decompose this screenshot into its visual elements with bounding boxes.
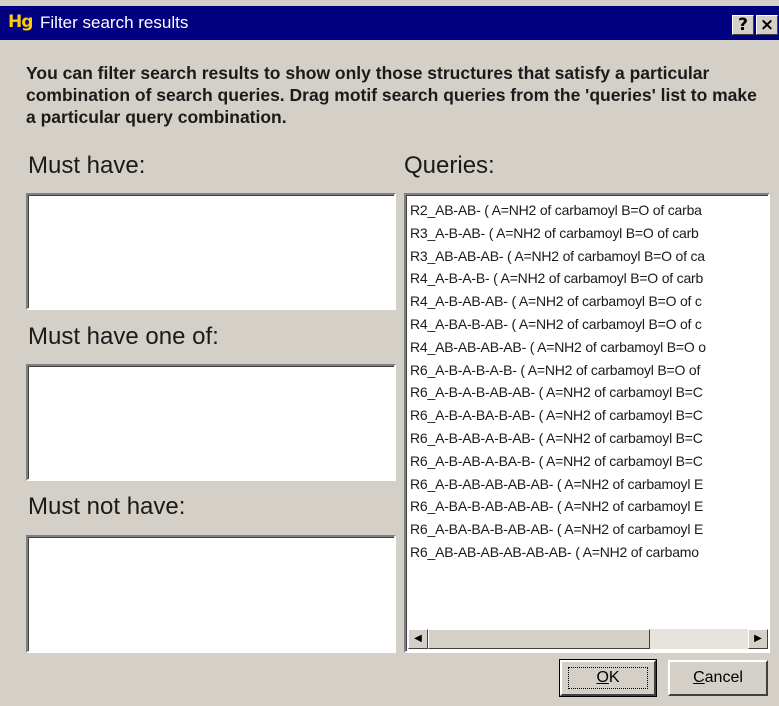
- queries-list[interactable]: R2_AB-AB- ( A=NH2 of carbamoyl B=O of ca…: [404, 193, 770, 653]
- query-list-item[interactable]: R6_A-B-A-BA-B-AB- ( A=NH2 of carbamoyl B…: [410, 404, 768, 427]
- must-have-one-of-list[interactable]: [26, 364, 396, 481]
- query-list-item[interactable]: R6_A-B-A-B-A-B- ( A=NH2 of carbamoyl B=O…: [410, 359, 768, 382]
- instructions-text: You can filter search results to show on…: [26, 63, 757, 127]
- app-logo-icon: Hg: [8, 12, 34, 32]
- query-list-item[interactable]: R6_A-B-A-B-AB-AB- ( A=NH2 of carbamoyl B…: [410, 381, 768, 404]
- query-list-item[interactable]: R2_AB-AB- ( A=NH2 of carbamoyl B=O of ca…: [410, 199, 768, 222]
- cancel-label-rest: ancel: [704, 669, 743, 686]
- scrollbar-thumb[interactable]: [428, 629, 650, 649]
- must-not-have-list[interactable]: [26, 535, 396, 653]
- queries-items: R2_AB-AB- ( A=NH2 of carbamoyl B=O of ca…: [410, 199, 768, 619]
- title-bar[interactable]: Hg Filter search results ? ×: [0, 6, 779, 40]
- scroll-left-arrow-icon[interactable]: ◀: [408, 629, 428, 649]
- query-list-item[interactable]: R4_A-BA-B-AB- ( A=NH2 of carbamoyl B=O o…: [410, 313, 768, 336]
- must-not-have-label: Must not have:: [28, 493, 186, 520]
- close-button[interactable]: ×: [756, 15, 778, 35]
- ok-label-rest: K: [608, 669, 620, 686]
- window-title: Filter search results: [40, 13, 189, 32]
- query-list-item[interactable]: R4_AB-AB-AB-AB- ( A=NH2 of carbamoyl B=O…: [410, 336, 768, 359]
- scroll-right-arrow-icon[interactable]: ▶: [748, 629, 768, 649]
- must-have-label: Must have:: [28, 152, 146, 179]
- query-list-item[interactable]: R4_A-B-A-B- ( A=NH2 of carbamoyl B=O of …: [410, 267, 768, 290]
- query-list-item[interactable]: R6_A-BA-B-AB-AB-AB- ( A=NH2 of carbamoyl…: [410, 495, 768, 518]
- horizontal-scrollbar[interactable]: ◀ ▶: [408, 629, 768, 649]
- filter-dialog: Hg Filter search results ? × You can fil…: [0, 0, 779, 706]
- cancel-button[interactable]: Cancel: [668, 660, 768, 696]
- query-list-item[interactable]: R4_A-B-AB-AB- ( A=NH2 of carbamoyl B=O o…: [410, 290, 768, 313]
- query-list-item[interactable]: R6_AB-AB-AB-AB-AB-AB- ( A=NH2 of carbamo: [410, 541, 768, 564]
- query-list-item[interactable]: R6_A-B-AB-A-BA-B- ( A=NH2 of carbamoyl B…: [410, 450, 768, 473]
- must-have-list[interactable]: [26, 193, 396, 310]
- cancel-mnemonic: C: [693, 669, 705, 686]
- query-list-item[interactable]: R6_A-B-AB-A-B-AB- ( A=NH2 of carbamoyl B…: [410, 427, 768, 450]
- query-list-item[interactable]: R3_A-B-AB- ( A=NH2 of carbamoyl B=O of c…: [410, 222, 768, 245]
- ok-mnemonic: O: [596, 669, 609, 686]
- query-list-item[interactable]: R3_AB-AB-AB- ( A=NH2 of carbamoyl B=O of…: [410, 245, 768, 268]
- must-have-one-of-label: Must have one of:: [28, 323, 219, 350]
- query-list-item[interactable]: R6_A-B-AB-AB-AB-AB- ( A=NH2 of carbamoyl…: [410, 473, 768, 496]
- help-button[interactable]: ?: [732, 15, 754, 35]
- queries-label: Queries:: [404, 152, 495, 179]
- ok-button[interactable]: OK: [559, 659, 657, 697]
- query-list-item[interactable]: R6_A-BA-BA-B-AB-AB- ( A=NH2 of carbamoyl…: [410, 518, 768, 541]
